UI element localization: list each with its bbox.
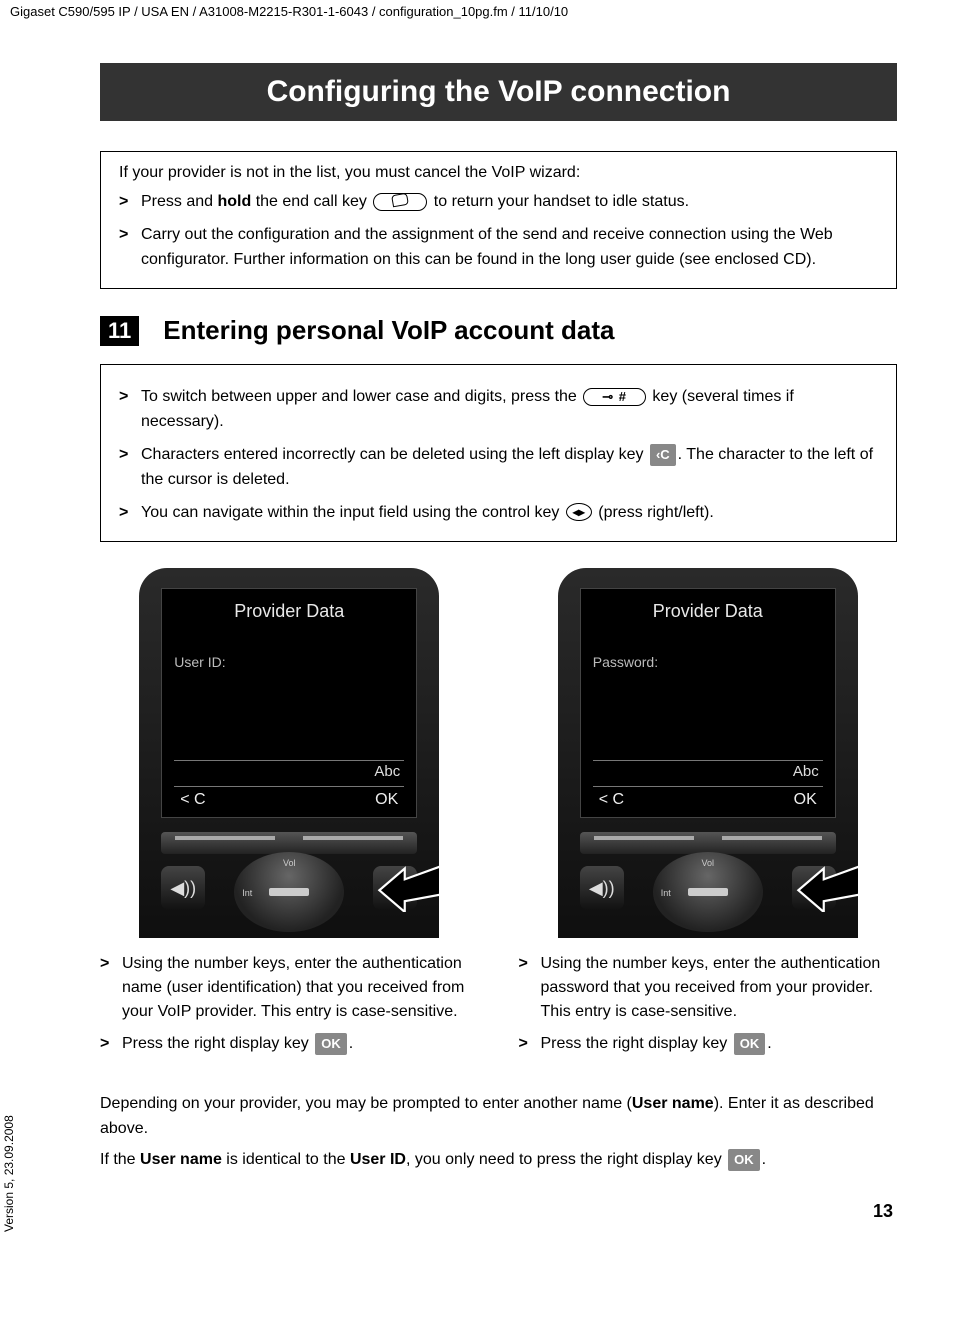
input-mode-indicator: Abc	[174, 761, 404, 782]
end-call-key-icon	[373, 193, 427, 211]
bottom-paragraph-2: If the User name is identical to the Use…	[100, 1148, 897, 1173]
softkey-bar	[161, 832, 417, 854]
screen-field-label: Password:	[593, 654, 823, 670]
phone-illustration-userid: Provider Data User ID: Abc < C OK	[139, 568, 439, 938]
control-key-icon: ◂▸	[566, 503, 592, 521]
bullet-marker: >	[119, 223, 141, 273]
ok-display-key-icon: OK	[728, 1149, 760, 1171]
phone-screen: Provider Data User ID: Abc < C OK	[161, 588, 417, 818]
screen-title: Provider Data	[593, 597, 823, 634]
screen-field-label: User ID:	[174, 654, 404, 670]
delete-display-key-icon: ‹C	[650, 444, 676, 466]
softkey-right-label: OK	[794, 791, 817, 809]
page-number: 13	[100, 1201, 897, 1222]
control-dpad: Vol Int	[653, 852, 763, 932]
ok-display-key-icon: OK	[315, 1033, 347, 1055]
box1-item-2: > Carry out the configuration and the as…	[119, 223, 878, 273]
phone-screen: Provider Data Password: Abc < C OK	[580, 588, 836, 818]
bottom-paragraph-1: Depending on your provider, you may be p…	[100, 1092, 897, 1142]
right-instruction-1: > Using the number keys, enter the authe…	[519, 952, 898, 1024]
left-instruction-2: > Press the right display key OK.	[100, 1032, 479, 1056]
pointer-arrow-icon	[373, 854, 439, 912]
step-heading: 11 Entering personal VoIP account data	[100, 315, 897, 346]
control-dpad: Vol Int	[234, 852, 344, 932]
version-footer: Version 5, 23.09.2008	[2, 1115, 16, 1232]
box2-item-3: > You can navigate within the input fiel…	[119, 501, 878, 526]
softkey-bar	[580, 832, 836, 854]
info-box-cancel-wizard: If your provider is not in the list, you…	[100, 151, 897, 289]
pointer-arrow-icon	[792, 854, 858, 912]
phone-illustration-password: Provider Data Password: Abc < C OK	[558, 568, 858, 938]
input-mode-indicator: Abc	[593, 761, 823, 782]
doc-header-path: Gigaset C590/595 IP / USA EN / A31008-M2…	[0, 0, 957, 23]
screen-title: Provider Data	[174, 597, 404, 634]
left-instruction-1: > Using the number keys, enter the authe…	[100, 952, 479, 1024]
page-title-banner: Configuring the VoIP connection	[100, 63, 897, 121]
box1-lead: If your provider is not in the list, you…	[119, 164, 878, 182]
softkey-left-label: < C	[599, 791, 624, 809]
softkey-right-label: OK	[375, 791, 398, 809]
speaker-button: ◀))	[161, 866, 205, 910]
right-instruction-2: > Press the right display key OK.	[519, 1032, 898, 1056]
bullet-marker: >	[119, 190, 141, 215]
info-box-input-tips: > To switch between upper and lower case…	[100, 364, 897, 542]
step-title: Entering personal VoIP account data	[163, 315, 614, 346]
box2-item-2: > Characters entered incorrectly can be …	[119, 443, 878, 493]
softkey-left-label: < C	[180, 791, 205, 809]
speaker-button: ◀))	[580, 866, 624, 910]
box2-item-1: > To switch between upper and lower case…	[119, 385, 878, 435]
ok-display-key-icon: OK	[734, 1033, 766, 1055]
step-number-badge: 11	[100, 316, 139, 346]
hash-key-icon: ⊸ #	[583, 388, 646, 406]
box1-item-1: > Press and hold the end call key to ret…	[119, 190, 878, 215]
